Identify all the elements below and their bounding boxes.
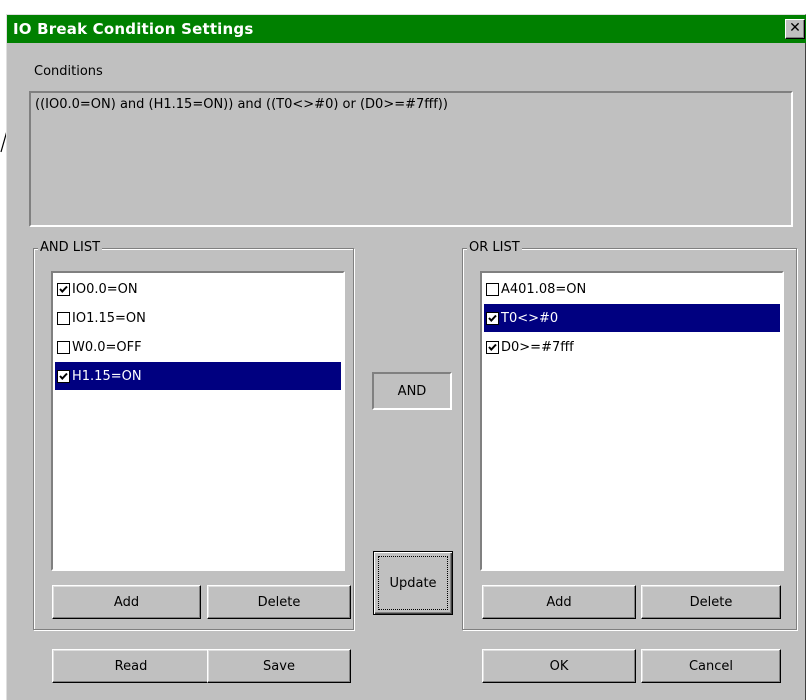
list-item[interactable]: H1.15=ON bbox=[55, 362, 341, 390]
or-delete-button[interactable]: Delete bbox=[641, 585, 781, 619]
io-break-condition-dialog: IO Break Condition Settings ✕ Conditions… bbox=[6, 14, 806, 700]
read-button[interactable]: Read bbox=[52, 649, 210, 683]
and-add-button[interactable]: Add bbox=[52, 585, 201, 619]
checkbox-checked[interactable] bbox=[486, 311, 499, 325]
list-item[interactable]: A401.08=ON bbox=[484, 275, 780, 303]
list-item-label: IO1.15=ON bbox=[72, 310, 146, 326]
list-item[interactable]: IO0.0=ON bbox=[55, 275, 341, 303]
conditions-label: Conditions bbox=[34, 64, 103, 79]
conditions-display: ((IO0.0=ON) and (H1.15=ON)) and ((T0<>#0… bbox=[29, 91, 793, 227]
close-button[interactable]: ✕ bbox=[785, 19, 805, 39]
or-add-button[interactable]: Add bbox=[482, 585, 636, 619]
checkbox-unchecked[interactable] bbox=[57, 340, 70, 354]
and-delete-button[interactable]: Delete bbox=[207, 585, 351, 619]
checkbox-checked[interactable] bbox=[486, 340, 499, 354]
operator-indicator: AND bbox=[372, 372, 452, 410]
list-item-label: D0>=#7fff bbox=[501, 339, 574, 355]
list-item[interactable]: D0>=#7fff bbox=[484, 333, 780, 361]
checkmark-icon bbox=[59, 372, 68, 380]
checkbox-unchecked[interactable] bbox=[57, 311, 70, 325]
checkmark-icon bbox=[488, 343, 497, 351]
or-listbox[interactable]: A401.08=ON T0<>#0 D0>=#7fff bbox=[480, 271, 784, 571]
list-item-label: T0<>#0 bbox=[501, 310, 559, 326]
or-list-title: OR LIST bbox=[467, 240, 522, 256]
list-item[interactable]: T0<>#0 bbox=[484, 304, 780, 332]
and-listbox[interactable]: IO0.0=ON IO1.15=ON W0.0=OFF H1.15=ON bbox=[51, 271, 345, 571]
save-button[interactable]: Save bbox=[207, 649, 351, 683]
title-bar[interactable]: IO Break Condition Settings ✕ bbox=[7, 15, 806, 43]
checkbox-checked[interactable] bbox=[57, 369, 70, 383]
close-icon: ✕ bbox=[789, 20, 801, 36]
list-item-label: A401.08=ON bbox=[501, 281, 587, 297]
dialog-title: IO Break Condition Settings bbox=[13, 20, 254, 38]
cancel-button[interactable]: Cancel bbox=[641, 649, 781, 683]
checkmark-icon bbox=[59, 285, 68, 293]
list-item[interactable]: IO1.15=ON bbox=[55, 304, 341, 332]
update-button[interactable]: Update bbox=[373, 551, 453, 615]
and-list-title: AND LIST bbox=[38, 240, 103, 256]
checkbox-unchecked[interactable] bbox=[486, 282, 499, 296]
conditions-expression: ((IO0.0=ON) and (H1.15=ON)) and ((T0<>#0… bbox=[35, 97, 448, 112]
focus-ring bbox=[378, 556, 448, 610]
list-item[interactable]: W0.0=OFF bbox=[55, 333, 341, 361]
ok-button[interactable]: OK bbox=[482, 649, 636, 683]
list-item-label: W0.0=OFF bbox=[72, 339, 142, 355]
checkbox-checked[interactable] bbox=[57, 282, 70, 296]
checkmark-icon bbox=[488, 314, 497, 322]
list-item-label: IO0.0=ON bbox=[72, 281, 138, 297]
list-item-label: H1.15=ON bbox=[72, 368, 142, 384]
